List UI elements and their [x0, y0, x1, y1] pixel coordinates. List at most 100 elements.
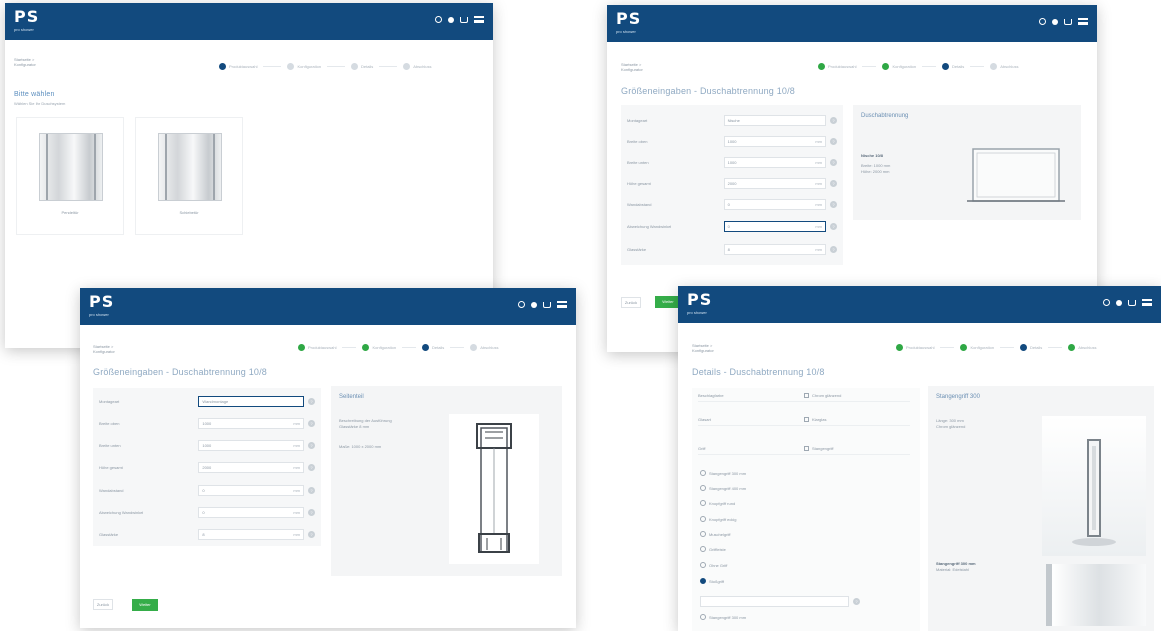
logo[interactable]: PS [14, 8, 39, 25]
step-4[interactable]: Abschluss [470, 344, 499, 351]
product-card[interactable]: Pendeltür [16, 117, 124, 235]
step-4[interactable]: Abschluss [1068, 344, 1097, 351]
step-1[interactable]: Produktauswahl [896, 344, 960, 351]
help-icon[interactable]: ? [308, 397, 315, 405]
step-3[interactable]: Details [942, 63, 990, 70]
help-icon[interactable]: ? [308, 486, 315, 494]
field-input[interactable]: 0 mm [723, 198, 826, 210]
breadcrumb[interactable]: Startseite > Konfigurator [621, 62, 661, 72]
cart-icon[interactable] [1064, 18, 1072, 25]
help-icon[interactable]: ? [853, 597, 860, 605]
radio-button[interactable] [700, 562, 706, 568]
field-input[interactable]: 0 mm [198, 506, 304, 518]
step-4[interactable]: Abschluss [990, 63, 1019, 70]
field-input[interactable]: 1000 mm [198, 417, 304, 429]
help-icon[interactable]: ? [308, 508, 315, 516]
step-2[interactable]: Konfiguration [882, 63, 942, 70]
radio-button[interactable] [700, 516, 706, 522]
menu-icon[interactable] [557, 301, 567, 308]
radio-option[interactable]: Stangengriff 400 mm [700, 485, 746, 491]
user-icon[interactable] [1116, 299, 1122, 306]
radio-button[interactable] [700, 470, 706, 476]
menu-icon[interactable] [474, 16, 484, 23]
radio-option[interactable]: Knopfgriff eckig [700, 516, 737, 522]
help-icon[interactable]: ? [308, 530, 315, 538]
help-icon[interactable]: ? [830, 179, 837, 187]
step-1[interactable]: Produktauswahl [298, 344, 362, 351]
checkbox[interactable] [804, 393, 809, 398]
field-input[interactable]: 0 mm [723, 220, 826, 232]
step-3[interactable]: Details [1020, 344, 1068, 351]
field-input[interactable]: Wandmontage [198, 395, 304, 407]
option-row[interactable]: Griff Stangengriff [698, 443, 910, 455]
field-input[interactable] [700, 595, 849, 607]
field-input[interactable]: 8 mm [198, 528, 304, 540]
cart-icon[interactable] [460, 16, 468, 23]
help-icon[interactable]: ? [830, 200, 837, 208]
field-input[interactable]: 1000 mm [198, 439, 304, 451]
field-input[interactable]: Nische [723, 114, 826, 126]
radio-option[interactable]: Ohne Griff [700, 562, 727, 568]
checkbox[interactable] [804, 417, 809, 422]
next-button[interactable]: Weiter [132, 599, 158, 611]
search-icon[interactable] [518, 301, 525, 308]
radio-option[interactable]: Knopfgriff rund [700, 500, 735, 506]
step-3[interactable]: Details [351, 63, 403, 70]
field-input[interactable]: 1000 mm [723, 135, 826, 147]
step-2[interactable]: Konfiguration [287, 63, 351, 70]
search-icon[interactable] [1103, 299, 1110, 306]
radio-option[interactable]: Griffleiste [700, 546, 726, 552]
product-card[interactable]: Schiebetür [135, 117, 243, 235]
option-row[interactable]: Beschlagfarbe Chrom glänzend [698, 390, 910, 402]
search-icon[interactable] [435, 16, 442, 23]
field-input[interactable]: 2000 mm [723, 177, 826, 189]
radio-button[interactable] [700, 531, 706, 537]
radio-option[interactable]: Stangengriff 300 mm [700, 614, 746, 620]
radio-button[interactable] [700, 614, 706, 620]
radio-option[interactable]: Stoßgriff [700, 578, 724, 584]
help-icon[interactable]: ? [308, 463, 315, 471]
step-1[interactable]: Produktauswahl [818, 63, 882, 70]
menu-icon[interactable] [1142, 299, 1152, 306]
field-input[interactable]: 8 mm [723, 243, 826, 255]
option-row[interactable]: Glasart Klarglas [698, 414, 910, 426]
field-input[interactable]: 1000 mm [723, 156, 826, 168]
user-icon[interactable] [531, 301, 537, 308]
radio-button[interactable] [700, 546, 706, 552]
radio-button[interactable] [700, 578, 706, 584]
menu-icon[interactable] [1078, 18, 1088, 25]
help-icon[interactable]: ? [830, 222, 837, 230]
step-2[interactable]: Konfiguration [362, 344, 422, 351]
step-1[interactable]: Produktauswahl [219, 63, 287, 70]
radio-option[interactable]: Muschelgriff [700, 531, 731, 537]
field-input[interactable]: 2000 mm [198, 461, 304, 473]
logo[interactable]: PS [616, 10, 641, 27]
back-button[interactable]: Zurück [93, 599, 113, 610]
radio-button[interactable] [700, 485, 706, 491]
product-thumbnail[interactable] [1046, 564, 1146, 626]
help-icon[interactable]: ? [830, 137, 837, 145]
help-icon[interactable]: ? [830, 245, 837, 253]
user-icon[interactable] [1052, 18, 1058, 25]
step-2[interactable]: Konfiguration [960, 344, 1020, 351]
logo[interactable]: PS [89, 293, 114, 310]
breadcrumb[interactable]: Startseite > Konfigurator [14, 57, 54, 67]
step-3[interactable]: Details [422, 344, 470, 351]
help-icon[interactable]: ? [830, 158, 837, 166]
logo[interactable]: PS [687, 291, 712, 308]
help-icon[interactable]: ? [308, 441, 315, 449]
search-icon[interactable] [1039, 18, 1046, 25]
field-input[interactable]: 0 mm [198, 484, 304, 496]
step-4[interactable]: Abschluss [403, 63, 432, 70]
radio-button[interactable] [700, 500, 706, 506]
user-icon[interactable] [448, 16, 454, 23]
radio-option[interactable]: Stangengriff 300 mm [700, 470, 746, 476]
breadcrumb[interactable]: Startseite > Konfigurator [93, 344, 133, 354]
help-icon[interactable]: ? [830, 116, 837, 124]
checkbox[interactable] [804, 446, 809, 451]
cart-icon[interactable] [543, 301, 551, 308]
help-icon[interactable]: ? [308, 419, 315, 427]
breadcrumb[interactable]: Startseite > Konfigurator [692, 343, 732, 353]
cart-icon[interactable] [1128, 299, 1136, 306]
back-button[interactable]: Zurück [621, 297, 641, 308]
